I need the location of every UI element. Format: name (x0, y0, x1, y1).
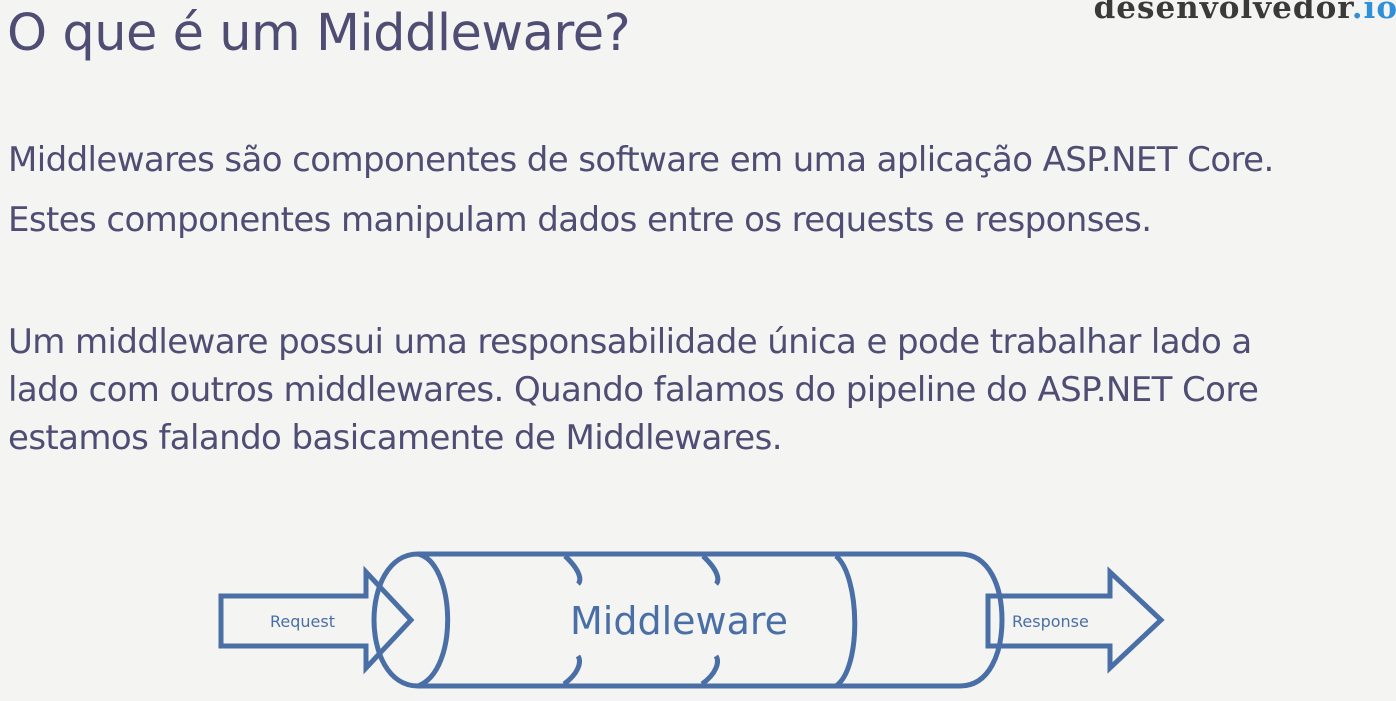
pipe-segment-5 (700, 654, 720, 687)
pipe-segment-1 (416, 551, 451, 689)
paragraph1-line1: Middlewares são componentes de software … (8, 140, 1274, 180)
brand-name: desenvolvedor (1093, 0, 1352, 26)
brand-tld: .io (1351, 0, 1396, 26)
paragraph2-line3: estamos falando basicamente de Middlewar… (8, 418, 783, 458)
pipe-segment-2 (563, 554, 583, 586)
response-label: Response (1012, 612, 1089, 631)
pipe-segment-3 (562, 654, 582, 687)
middleware-pipeline-diagram: Request Middleware Response (218, 551, 1165, 689)
paragraph2-line2: lado com outros middlewares. Quando fala… (8, 370, 1259, 410)
pipe-segment-6 (834, 554, 858, 689)
slide-title: O que é um Middleware? (7, 4, 631, 63)
middleware-label: Middleware (570, 599, 788, 643)
pipe-segment-4 (701, 554, 721, 586)
request-label: Request (270, 612, 335, 631)
paragraph2-line1: Um middleware possui uma responsabilidad… (8, 322, 1252, 362)
paragraph1-line2: Estes componentes manipulam dados entre … (8, 200, 1152, 240)
brand-logo: desenvolvedor.io (1094, 0, 1396, 26)
